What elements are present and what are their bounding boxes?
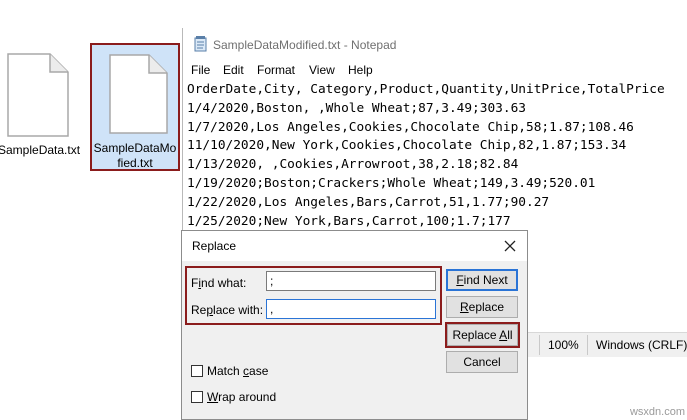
menu-edit[interactable]: Edit <box>223 63 244 77</box>
find-what-input[interactable]: ; <box>266 271 436 291</box>
text-line: 1/19/2020;Boston;Crackers;Whole Wheat;14… <box>187 175 596 191</box>
replace-with-input[interactable]: , <box>266 299 436 319</box>
file-sampledatamodified[interactable]: SampleDataMo fied.txt <box>90 43 180 171</box>
file-sampledata[interactable]: SampleData.txt <box>0 40 85 170</box>
title-bar[interactable]: SampleDataModified.txt - Notepad <box>183 28 687 60</box>
close-icon[interactable] <box>499 235 521 257</box>
menu-view[interactable]: View <box>309 63 335 77</box>
text-line: 1/22/2020,Los Angeles,Bars,Carrot,51,1.7… <box>187 194 550 210</box>
text-editor[interactable]: OrderDate,City, Category,Product,Quantit… <box>187 81 665 231</box>
replace-with-label: Replace with: <box>191 303 264 317</box>
wrap-around-label: Wrap around <box>207 390 277 404</box>
watermark: wsxdn.com <box>629 406 685 418</box>
match-case-label: Match case <box>207 364 269 378</box>
find-next-button[interactable]: Find Next <box>446 269 518 291</box>
match-case-checkbox[interactable] <box>191 365 203 377</box>
line-ending: Windows (CRLF) <box>596 338 687 352</box>
file-name: SampleData.txt <box>0 143 81 157</box>
find-what-label: Find what: <box>191 276 247 290</box>
dialog-title: Replace <box>192 239 237 253</box>
dialog-title-bar[interactable]: Replace <box>182 231 527 261</box>
menu-file[interactable]: File <box>191 63 210 77</box>
text-line: OrderDate,City, Category,Product,Quantit… <box>187 82 665 97</box>
cancel-button[interactable]: Cancel <box>446 351 518 373</box>
menu-help[interactable]: Help <box>348 63 373 77</box>
zoom-level: 100% <box>548 338 579 352</box>
replace-dialog: Replace Find what: ; Replace with: , Fin… <box>181 230 528 420</box>
menu-bar: File Edit Format View Help <box>183 60 687 80</box>
text-line: 11/10/2020,New York,Cookies,Chocolate Ch… <box>187 138 627 154</box>
text-line: 1/13/2020, ,Cookies,Arrowroot,38,2.18;82… <box>187 157 519 173</box>
status-separator <box>539 335 540 355</box>
text-line: 1/7/2020,Los Angeles,Cookies,Chocolate C… <box>187 119 634 135</box>
text-line: 1/25/2020;New York,Bars,Carrot,100;1.7;1… <box>187 213 511 229</box>
status-separator <box>587 335 588 355</box>
notepad-icon <box>194 36 207 52</box>
text-file-icon <box>7 53 69 137</box>
text-line: 1/4/2020,Boston, ,Whole Wheat;87,3.49;30… <box>187 100 526 116</box>
window-title: SampleDataModified.txt - Notepad <box>213 38 397 52</box>
replace-button[interactable]: Replace <box>446 296 518 318</box>
file-name: SampleDataMo fied.txt <box>93 141 177 170</box>
text-file-icon <box>109 54 168 134</box>
menu-format[interactable]: Format <box>257 63 295 77</box>
replace-all-button[interactable]: Replace All <box>447 324 518 346</box>
wrap-around-checkbox[interactable] <box>191 391 203 403</box>
